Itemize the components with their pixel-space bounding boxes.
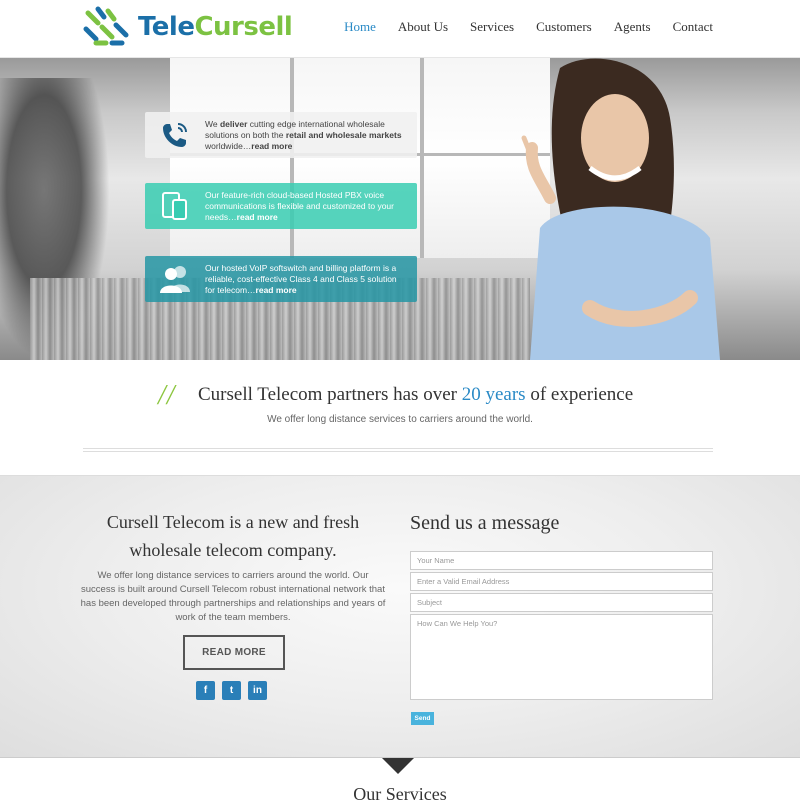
nav-contact[interactable]: Contact [673,19,713,35]
nav-services[interactable]: Services [470,19,514,35]
nav-home[interactable]: Home [344,19,376,35]
users-icon [160,266,190,293]
twitter-icon[interactable]: t [222,681,241,700]
experience-subtitle: We offer long distance services to carri… [267,414,533,425]
experience-title: Cursell Telecom partners has over 20 yea… [198,384,634,405]
hero-box-deliver[interactable]: We deliver cutting edge international wh… [145,112,417,158]
nav-about-us[interactable]: About Us [398,19,448,35]
hero-box-hosted-pbx[interactable]: Our feature-rich cloud-based Hosted PBX … [145,183,417,229]
read-more-link[interactable]: read more [237,212,278,222]
about-text: We offer long distance services to carri… [80,570,386,623]
nav-agents[interactable]: Agents [614,19,651,35]
hero-banner: We deliver cutting edge international wh… [0,58,800,360]
section-arrow-icon [382,758,414,774]
social-links: f t in [196,681,267,700]
hero-box-voip-text: Our hosted VoIP softswitch and billing p… [205,262,397,295]
logo-mark-icon [83,6,129,46]
section-divider [83,448,713,452]
main-nav: Home About Us Services Customers Agents … [344,19,713,35]
name-input[interactable] [410,551,713,570]
phone-icon [163,123,187,147]
about-contact-section: Cursell Telecom is a new and fresh whole… [0,475,800,757]
devices-icon [162,192,187,220]
read-more-link[interactable]: read more [256,285,297,295]
hero-box-hosted-pbx-text: Our feature-rich cloud-based Hosted PBX … [205,189,394,222]
site-header: TeleCursell Home About Us Services Custo… [0,0,800,58]
experience-section: // Cursell Telecom partners has over 20 … [0,360,800,475]
about-title: Cursell Telecom is a new and fresh whole… [106,512,360,560]
site-logo[interactable]: TeleCursell [82,4,312,50]
linkedin-icon[interactable]: in [248,681,267,700]
nav-customers[interactable]: Customers [536,19,592,35]
hero-box-deliver-text: We deliver cutting edge international wh… [205,118,402,151]
email-input[interactable] [410,572,713,591]
hero-woman-image [521,58,720,360]
services-title: Our Services [353,784,447,800]
slashes-icon: // [158,380,176,411]
contact-form-title: Send us a message [410,512,560,534]
send-button[interactable]: Send [411,712,434,725]
subject-input[interactable] [410,593,713,612]
read-more-link[interactable]: read more [251,141,292,151]
hero-box-voip[interactable]: Our hosted VoIP softswitch and billing p… [145,256,417,302]
read-more-button[interactable]: READ MORE [183,635,285,670]
facebook-icon[interactable]: f [196,681,215,700]
logo-text: TeleCursell [138,12,293,42]
message-textarea[interactable] [410,614,713,700]
